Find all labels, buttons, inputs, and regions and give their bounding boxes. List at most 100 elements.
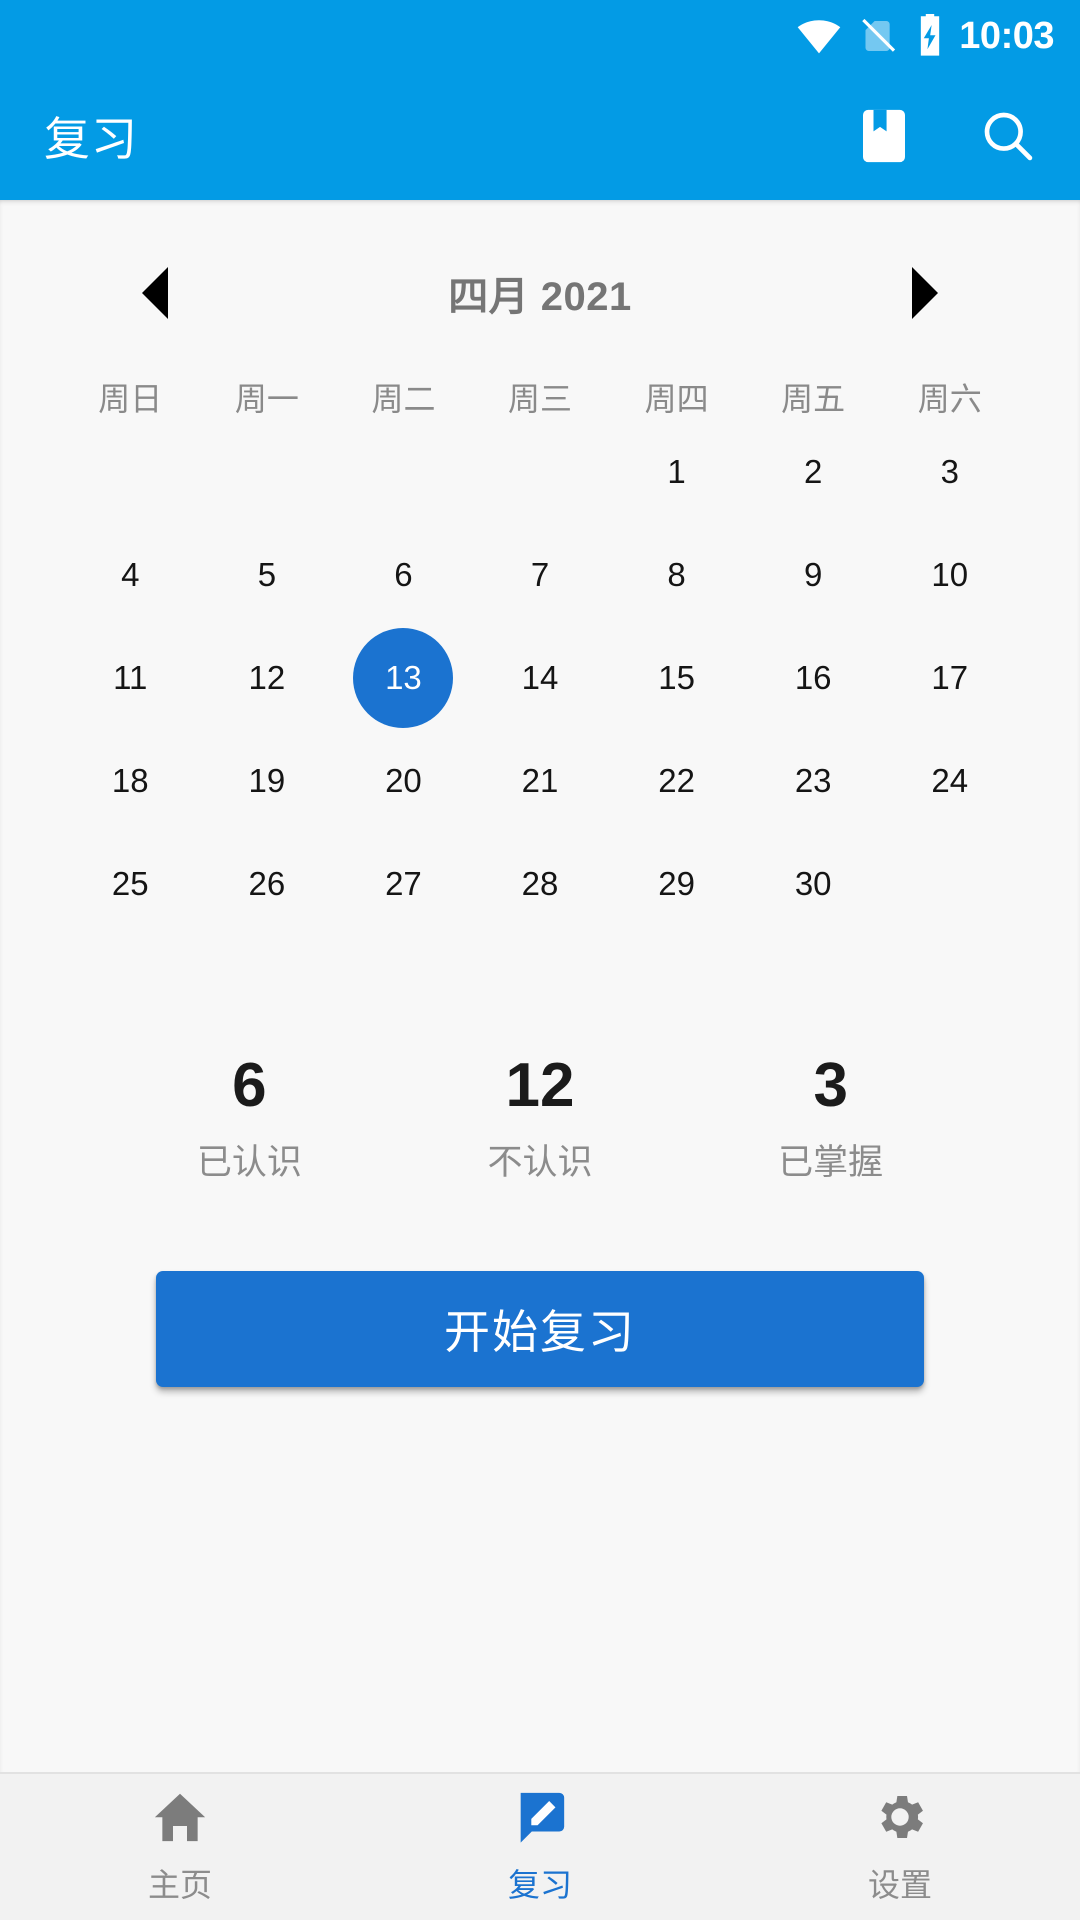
wifi-icon	[797, 14, 841, 58]
calendar-day-cell[interactable]: 26	[199, 832, 336, 935]
chevron-right-icon	[912, 267, 938, 319]
calendar-day-number: 16	[794, 659, 832, 696]
calendar-day-number: 25	[111, 865, 149, 902]
calendar-day-number: 4	[121, 556, 140, 593]
calendar-weekday-cell: 周五	[745, 328, 882, 420]
calendar-day-number: 13	[385, 659, 422, 696]
bottom-navigation: 主页 复习 设置	[0, 1772, 1080, 1920]
stat-label: 已认识	[196, 1143, 302, 1183]
app-bar: 复习	[0, 72, 1080, 200]
chevron-left-icon	[142, 267, 168, 319]
calendar-day-cell[interactable]: 10	[881, 523, 1018, 626]
calendar-day-cell[interactable]: 24	[881, 729, 1018, 832]
calendar-day-cell[interactable]: 11	[62, 626, 199, 729]
calendar-day-cell[interactable]: 29	[608, 832, 745, 935]
calendar-weekday-cell: 周一	[199, 328, 336, 420]
calendar-day-cell[interactable]: 9	[745, 523, 882, 626]
app-root: 10:03 复习 四月 2021 周日 周一 周二 周三 周四 周五 周六 1 …	[0, 0, 1080, 1920]
calendar-weekday-cell: 周六	[881, 328, 1018, 420]
calendar-day-cell[interactable]: 20	[335, 729, 472, 832]
calendar-day-number: 17	[931, 659, 969, 696]
calendar-day-empty	[199, 420, 336, 523]
calendar-day-cell[interactable]: 18	[62, 729, 199, 832]
calendar-day-cell[interactable]: 7	[472, 523, 609, 626]
nav-item-home[interactable]: 主页	[0, 1774, 360, 1920]
calendar-week-row: 18 19 20 21 22 23 24	[62, 729, 1018, 832]
prev-month-button[interactable]	[120, 258, 190, 328]
bookmark-button[interactable]	[846, 98, 922, 174]
nav-label-home: 主页	[147, 1867, 212, 1903]
calendar-day-number: 22	[658, 762, 695, 799]
calendar-month-header: 四月 2021	[0, 200, 1080, 328]
calendar-weekday-row: 周日 周一 周二 周三 周四 周五 周六	[62, 328, 1018, 420]
bookmark-icon	[859, 108, 909, 164]
calendar-day-cell[interactable]: 8	[608, 523, 745, 626]
stat-item: 6 已认识	[104, 1053, 395, 1185]
calendar-day-empty	[335, 420, 472, 523]
next-month-button[interactable]	[890, 258, 960, 328]
calendar-day-cell[interactable]: 16	[745, 626, 882, 729]
calendar-weekday-label: 周三	[508, 381, 573, 417]
calendar-month-label: 四月 2021	[448, 275, 632, 319]
calendar-day-cell[interactable]: 5	[199, 523, 336, 626]
calendar-day-number: 8	[667, 556, 686, 593]
calendar-day-cell[interactable]: 23	[745, 729, 882, 832]
nav-label-review: 复习	[507, 1867, 572, 1903]
calendar-day-cell[interactable]: 22	[608, 729, 745, 832]
calendar-day-empty	[62, 420, 199, 523]
status-bar-clock: 10:03	[959, 15, 1054, 57]
calendar-day-empty	[472, 420, 609, 523]
calendar-day-cell[interactable]: 14	[472, 626, 609, 729]
calendar-weekday-label: 周四	[644, 381, 709, 417]
no-sim-icon	[858, 14, 898, 58]
calendar-weeks: 1 2 3 4 5 6 7 8 9 10 11 12 13 14 15 16 17 18 19 20 21 22 23 24 2…	[62, 420, 1018, 935]
calendar-day-empty	[881, 832, 1018, 935]
calendar-day-cell[interactable]: 25	[62, 832, 199, 935]
calendar-weekday-label: 周五	[781, 381, 846, 417]
calendar-day-number: 1	[667, 453, 686, 490]
settings-gear-icon	[871, 1788, 929, 1846]
calendar-day-number: 14	[521, 659, 559, 696]
calendar-day-number: 24	[931, 762, 969, 799]
battery-charging-icon	[915, 14, 945, 58]
calendar-weekday-cell: 周二	[335, 328, 472, 420]
calendar-day-number: 30	[794, 865, 832, 902]
page-title: 复习	[44, 113, 138, 165]
calendar-day-cell[interactable]: 12	[199, 626, 336, 729]
calendar-day-cell[interactable]: 30	[745, 832, 882, 935]
calendar-grid: 周日 周一 周二 周三 周四 周五 周六 1 2 3 4 5 6 7 8 9 10 11 12 13 14 15 16 17…	[0, 328, 1080, 935]
calendar-day-number: 5	[257, 556, 277, 593]
start-review-button[interactable]: 开始复习	[156, 1271, 924, 1388]
calendar-day-cell[interactable]: 2	[745, 420, 882, 523]
nav-item-review[interactable]: 复习	[360, 1774, 720, 1920]
calendar-day-cell[interactable]: 28	[472, 832, 609, 935]
stat-value: 12	[505, 1051, 575, 1120]
search-icon	[980, 108, 1036, 164]
nav-label-settings: 设置	[867, 1867, 932, 1903]
calendar-day-number: 9	[804, 556, 823, 593]
calendar-day-number: 12	[248, 659, 286, 696]
search-button[interactable]	[970, 98, 1046, 174]
calendar-day-cell[interactable]: 27	[335, 832, 472, 935]
calendar-day-cell[interactable]: 3	[881, 420, 1018, 523]
calendar-day-cell[interactable]: 4	[62, 523, 199, 626]
nav-item-settings[interactable]: 设置	[720, 1774, 1080, 1920]
calendar-day-cell[interactable]: 17	[881, 626, 1018, 729]
calendar-day-number: 7	[530, 556, 550, 593]
rate-review-icon	[511, 1788, 569, 1846]
calendar-day-cell[interactable]: 19	[199, 729, 336, 832]
calendar-day-cell[interactable]: 1	[608, 420, 745, 523]
calendar-day-cell[interactable]: 21	[472, 729, 609, 832]
start-review-container: 开始复习	[0, 1185, 1080, 1388]
calendar-day-number: 28	[521, 865, 559, 902]
review-stats: 6 已认识 12 不认识 3 已掌握	[0, 1053, 1080, 1185]
calendar-day-cell[interactable]: 15	[608, 626, 745, 729]
calendar-day-number: 21	[521, 762, 559, 799]
calendar-week-row: 4 5 6 7 8 9 10	[62, 523, 1018, 626]
calendar-day-number: 2	[804, 453, 823, 490]
calendar-day-selected[interactable]: 13	[335, 626, 472, 729]
stat-item: 3 已掌握	[685, 1053, 976, 1185]
app-bar-actions	[846, 98, 1046, 174]
calendar-day-cell[interactable]: 6	[335, 523, 472, 626]
calendar-weekday-label: 周一	[234, 381, 299, 417]
